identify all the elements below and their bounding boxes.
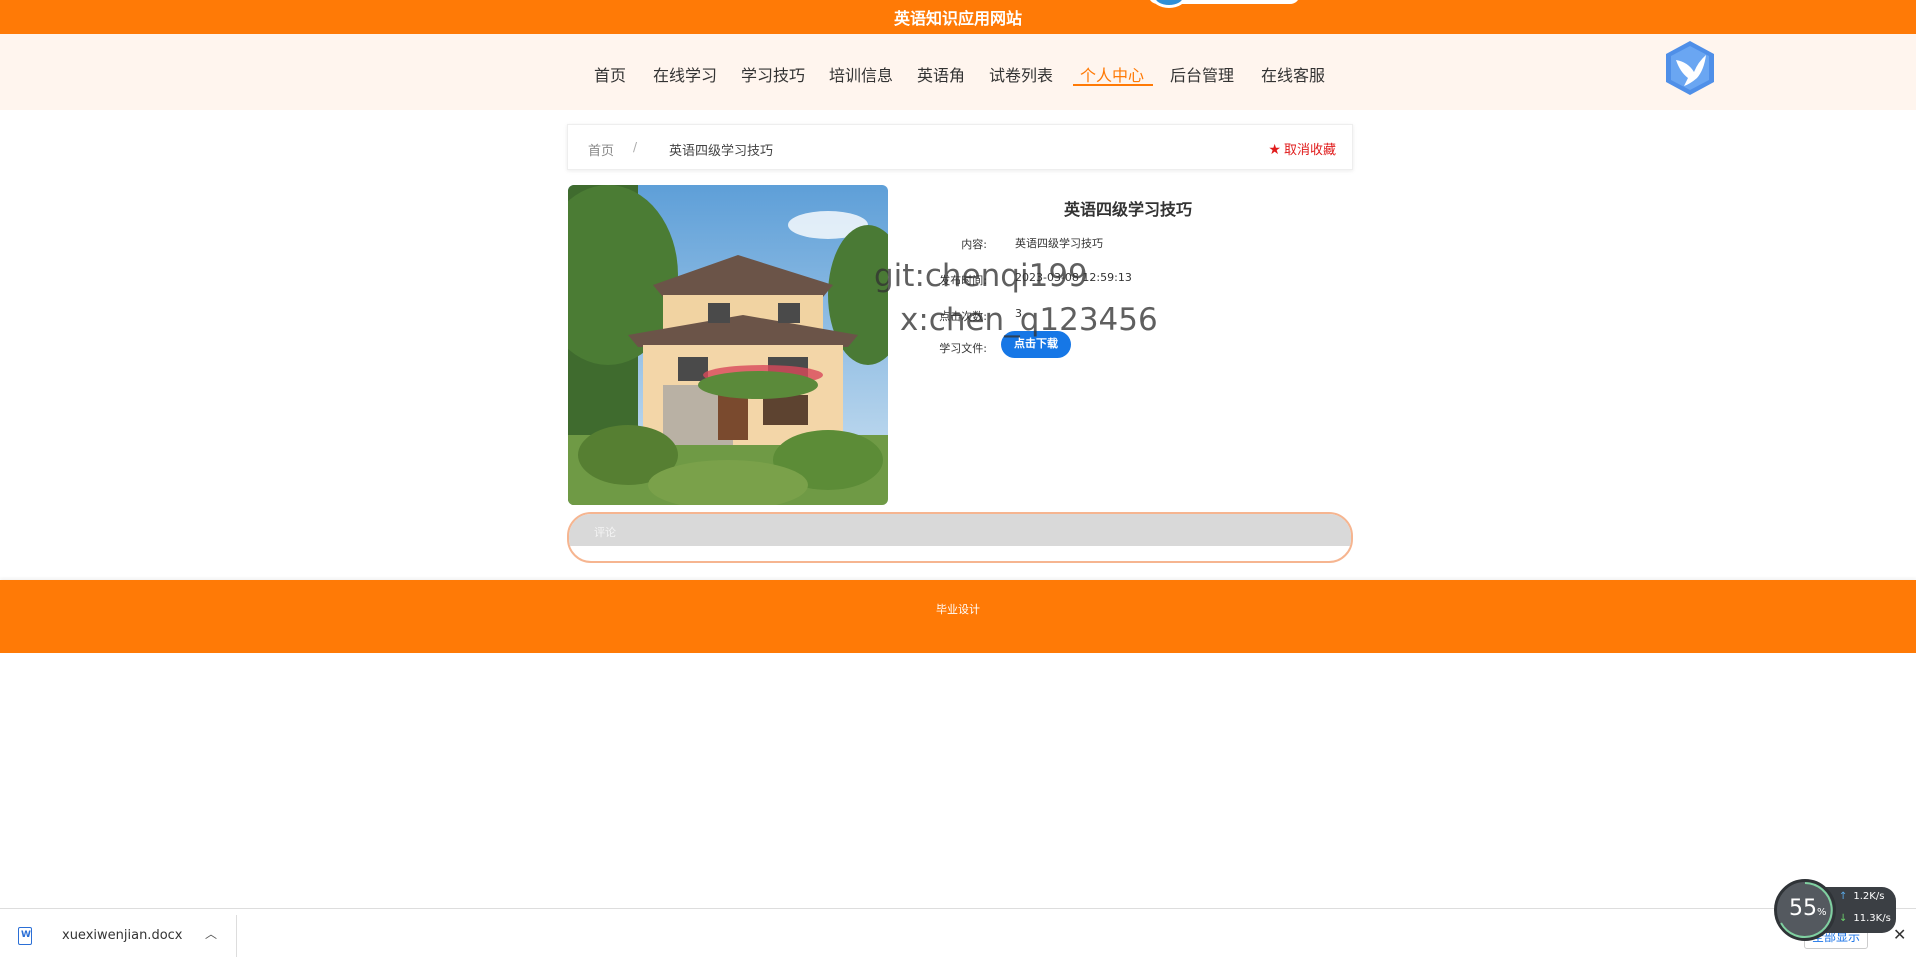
breadcrumb: 首页 / 英语四级学习技巧 ★ 取消收藏 xyxy=(567,124,1353,170)
breadcrumb-current: 英语四级学习技巧 xyxy=(669,144,774,159)
upload-arrow-icon: ↑ xyxy=(1839,891,1848,902)
download-bar: xuexiwenjian.docx ︿ 全部显示 ✕ xyxy=(0,908,1916,962)
download-speed-value: 11.3K/s xyxy=(1853,913,1891,924)
download-arrow-icon: ↓ xyxy=(1839,913,1848,924)
nav-item-english-corner[interactable]: 英语角 xyxy=(917,62,965,86)
downloaded-file-name[interactable]: xuexiwenjian.docx xyxy=(62,928,183,943)
nav-item-training-info[interactable]: 培训信息 xyxy=(829,62,893,86)
star-icon: ★ xyxy=(1268,142,1281,158)
content-value: 英语四级学习技巧 xyxy=(1015,237,1103,250)
close-icon[interactable]: ✕ xyxy=(1893,925,1906,944)
comment-header: 评论 xyxy=(569,514,1351,546)
nav-item-exam-list[interactable]: 试卷列表 xyxy=(989,62,1053,86)
nav-item-customer-service[interactable]: 在线客服 xyxy=(1261,62,1325,86)
comment-section: 评论 xyxy=(567,512,1353,563)
download-button[interactable]: 点击下载 xyxy=(1001,331,1071,358)
breadcrumb-home-link[interactable]: 首页 xyxy=(588,140,614,159)
unfavorite-label: 取消收藏 xyxy=(1283,143,1336,158)
upload-speed: ↑ 1.2K/s xyxy=(1839,891,1884,902)
footer-text: 毕业设计 xyxy=(936,603,980,616)
click-count-value: 3 xyxy=(1015,307,1022,320)
nav-item-admin[interactable]: 后台管理 xyxy=(1170,62,1234,86)
article-cover-image xyxy=(568,185,888,505)
nav-item-online-learning[interactable]: 在线学习 xyxy=(653,62,717,86)
content-label: 内容: xyxy=(961,238,987,251)
upload-speed-value: 1.2K/s xyxy=(1853,891,1885,902)
comment-label: 评论 xyxy=(594,526,616,539)
nav-item-personal-center[interactable]: 个人中心 xyxy=(1080,62,1144,86)
publish-time-value: 2023-03-08 12:59:13 xyxy=(1015,271,1132,284)
site-logo-icon[interactable] xyxy=(1664,40,1716,96)
study-file-label: 学习文件: xyxy=(939,342,987,355)
active-nav-underline xyxy=(1073,84,1153,86)
click-count-label: 点击次数: xyxy=(939,310,987,323)
nav-item-study-tips[interactable]: 学习技巧 xyxy=(741,62,805,86)
usage-percent-unit: % xyxy=(1817,907,1827,918)
top-header-bar: 英语知识应用网站 xyxy=(0,0,1916,34)
article-title: 英语四级学习技巧 xyxy=(1063,200,1192,219)
publish-time-label: 发布时间: xyxy=(939,274,987,287)
site-title: 英语知识应用网站 xyxy=(893,9,1022,28)
chevron-up-icon[interactable]: ︿ xyxy=(205,925,217,942)
usage-percent: 55% xyxy=(1789,896,1827,921)
word-file-icon xyxy=(18,927,32,945)
breadcrumb-separator: / xyxy=(633,140,638,154)
unfavorite-button[interactable]: ★ 取消收藏 xyxy=(1268,139,1336,158)
nav-item-home[interactable]: 首页 xyxy=(594,62,626,86)
download-bar-divider xyxy=(236,915,237,957)
usage-percent-value: 55 xyxy=(1789,896,1817,921)
footer: 毕业设计 xyxy=(0,580,1916,653)
download-speed: ↓ 11.3K/s xyxy=(1839,913,1891,924)
